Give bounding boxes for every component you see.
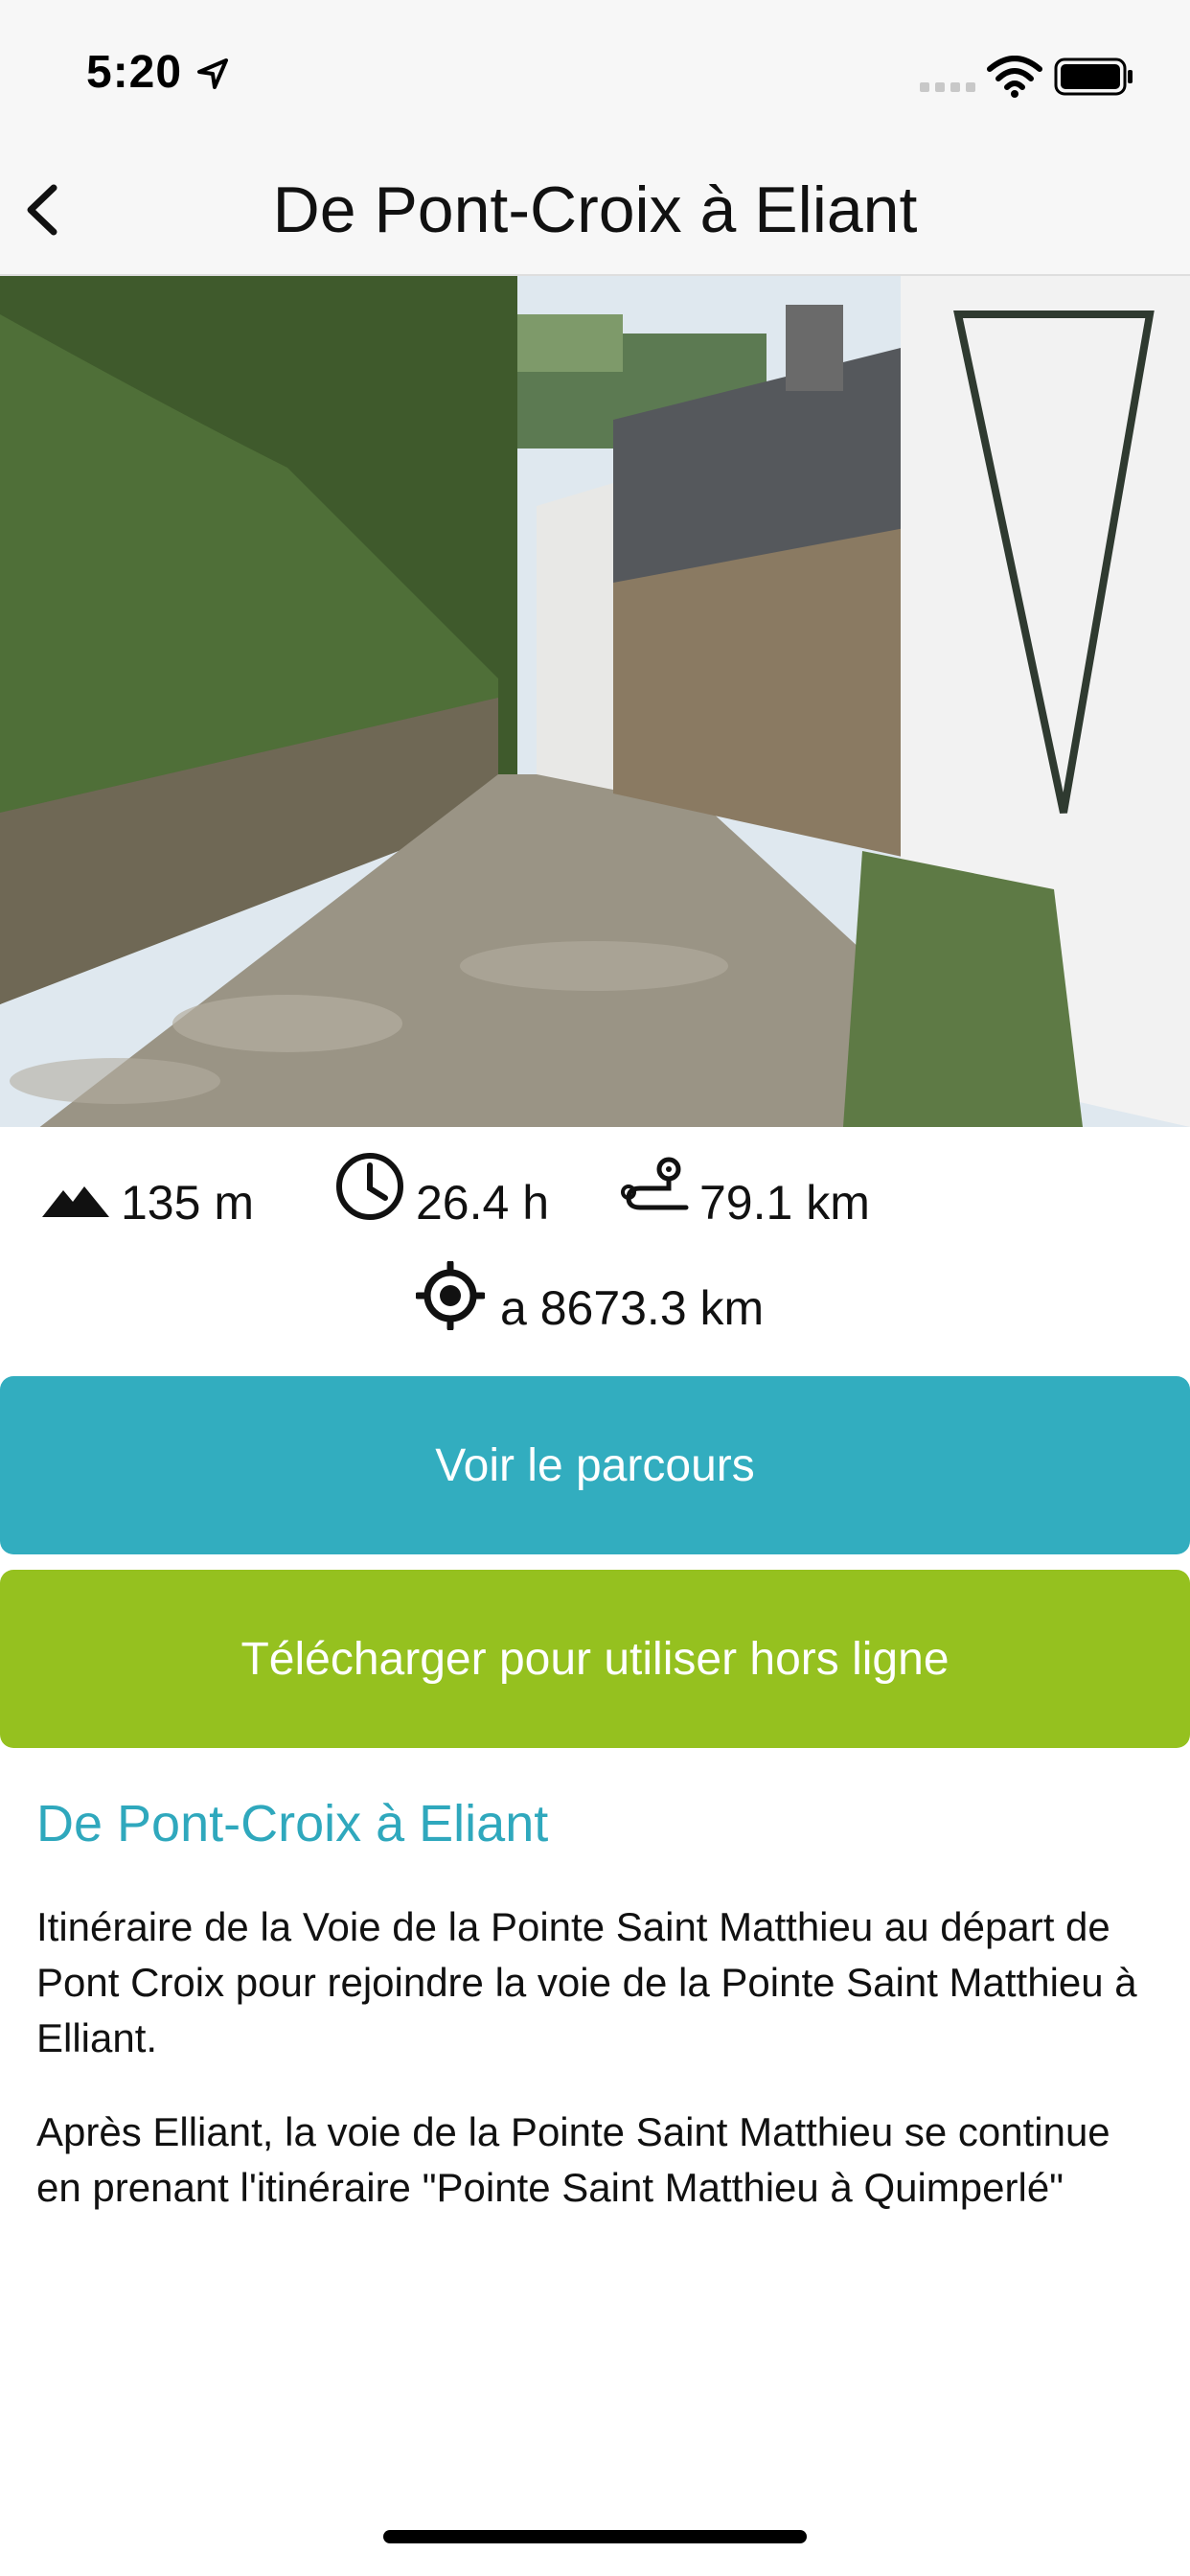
trail-stats: 135 m 26.4 h 79.1 km a 8673.3 km [0,1127,1190,1372]
description-paragraph: Après Elliant, la voie de la Pointe Sain… [36,2109,1110,2210]
description-title: De Pont-Croix à Eliant [36,1795,549,1852]
elevation-value: 135 m [121,1176,254,1230]
hero-photo [0,276,1190,1127]
mountain-icon [42,1186,109,1217]
chevron-left-icon[interactable] [17,178,65,242]
page-title: De Pont-Croix à Eliant [272,173,918,246]
duration-value: 26.4 h [416,1176,550,1230]
distance-from-user: a 8673.3 km [500,1281,765,1335]
description-paragraph: Itinéraire de la Voie de la Pointe Saint… [36,1904,1137,2060]
cellular-signal-icon [920,82,975,92]
location-arrow-icon [197,58,228,89]
battery-icon [1054,58,1133,96]
distance-value: 79.1 km [699,1176,870,1230]
navigation-bar: De Pont-Croix à Eliant [0,144,1190,276]
clock-icon [336,1153,403,1220]
status-bar: 5:20 [0,0,1190,144]
wifi-icon [987,56,1042,98]
view-route-button[interactable]: Voir le parcours [0,1376,1190,1554]
crosshair-location-icon [416,1261,485,1330]
status-time: 5:20 [86,47,183,98]
download-offline-button[interactable]: Télécharger pour utiliser hors ligne [0,1570,1190,1748]
home-indicator[interactable] [383,2530,807,2543]
route-distance-icon [621,1157,689,1210]
